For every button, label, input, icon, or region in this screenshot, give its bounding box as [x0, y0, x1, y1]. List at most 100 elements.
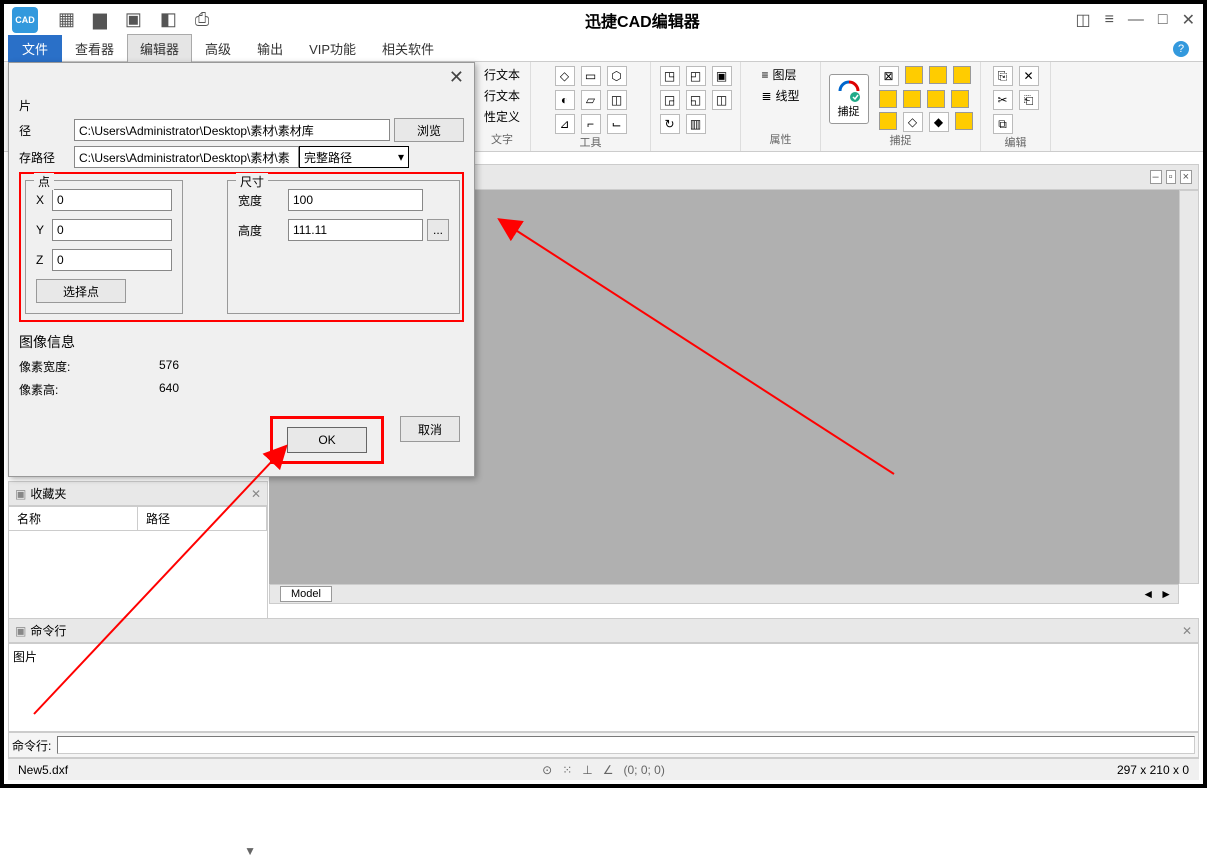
new-icon[interactable]: ▦: [58, 9, 75, 30]
snap-icon[interactable]: ⊠: [879, 66, 899, 86]
tool-icon[interactable]: ▱: [581, 90, 601, 110]
command-input[interactable]: [57, 736, 1195, 754]
command-header: ▣ 命令行 ✕: [8, 618, 1199, 643]
tool-icon[interactable]: ⌙: [607, 114, 627, 134]
text-line1[interactable]: 行文本: [484, 66, 520, 83]
tool-icon[interactable]: ⌐: [581, 114, 601, 134]
tool-icon[interactable]: ◫: [607, 90, 627, 110]
menu-icon[interactable]: ≡: [1105, 11, 1114, 29]
menu-bar: 文件 查看器 编辑器 高级 输出 VIP功能 相关软件 ?: [4, 36, 1203, 62]
close-icon[interactable]: ✕: [449, 67, 464, 88]
text-line3[interactable]: 性定义: [484, 108, 520, 125]
snap-icon[interactable]: [927, 90, 945, 108]
related-menu[interactable]: 相关软件: [369, 34, 447, 63]
maximize-icon[interactable]: □: [1158, 11, 1168, 29]
snap-icon[interactable]: [951, 90, 969, 108]
tool-icon[interactable]: ◫: [712, 90, 732, 110]
status-bar: New5.dxf ⊙ ⁙ ⊥ ∠ (0; 0; 0) 297 x 210 x 0: [8, 758, 1199, 780]
path-input[interactable]: [74, 119, 390, 141]
tool-icon[interactable]: ◱: [686, 90, 706, 110]
scroll-left-icon[interactable]: ◄: [1142, 587, 1154, 601]
chevron-down-icon[interactable]: ▼: [244, 844, 256, 858]
layer-icon[interactable]: ≡: [761, 68, 768, 82]
y-input[interactable]: [52, 219, 172, 241]
vip-menu[interactable]: VIP功能: [296, 34, 369, 63]
vertical-scrollbar[interactable]: [1179, 190, 1199, 584]
height-input[interactable]: [288, 219, 423, 241]
tool-icon[interactable]: ↻: [660, 114, 680, 134]
tool-icon[interactable]: ◇: [555, 66, 575, 86]
close-window-icon[interactable]: ✕: [1182, 10, 1195, 30]
snap-icon[interactable]: [929, 66, 947, 84]
ok-button[interactable]: OK: [287, 427, 367, 453]
tool-icon[interactable]: ◲: [660, 90, 680, 110]
attr-group: ≡图层 ≣线型 属性: [741, 62, 821, 151]
model-tab[interactable]: Model: [280, 586, 332, 602]
current-file: New5.dxf: [18, 763, 68, 777]
size-group: 尺寸 宽度 高度...: [227, 180, 460, 314]
tool-icon[interactable]: ▥: [686, 114, 706, 134]
close-icon[interactable]: ✕: [1182, 624, 1192, 638]
browse-button[interactable]: 浏览: [394, 118, 464, 142]
width-input[interactable]: [288, 189, 423, 211]
advanced-menu[interactable]: 高级: [192, 34, 244, 63]
save-icon[interactable]: ▣: [125, 9, 142, 30]
close-doc-icon[interactable]: ×: [1180, 170, 1192, 184]
output-menu[interactable]: 输出: [244, 34, 296, 63]
command-input-row: 命令行:: [8, 732, 1199, 758]
clone-icon[interactable]: ⧉: [993, 114, 1013, 134]
help-icon[interactable]: ?: [1173, 41, 1189, 57]
tool-icon[interactable]: ◰: [686, 66, 706, 86]
pick-point-button[interactable]: 选择点: [36, 279, 126, 303]
z-input[interactable]: [52, 249, 172, 271]
path-type-dropdown[interactable]: 完整路径▾: [299, 146, 409, 168]
tool-icon[interactable]: ▭: [581, 66, 601, 86]
ok-highlight: OK: [270, 416, 384, 464]
linetype-icon[interactable]: ≣: [761, 89, 771, 103]
snap-icon[interactable]: [953, 66, 971, 84]
scroll-right-icon[interactable]: ►: [1160, 587, 1172, 601]
insert-image-dialog: ✕ 片 径 浏览 存路径 完整路径▾ 点 X Y Z 选择点: [8, 62, 475, 477]
minimize-doc-icon[interactable]: –: [1150, 170, 1162, 184]
snap-icon[interactable]: [955, 112, 973, 130]
snap-icon[interactable]: [879, 90, 897, 108]
snap-icon[interactable]: [905, 66, 923, 84]
tool-icon[interactable]: ◐: [555, 90, 575, 110]
minimize-icon[interactable]: —: [1128, 11, 1144, 29]
status-icon[interactable]: ∠: [603, 763, 614, 777]
cut-icon[interactable]: ✂: [993, 90, 1013, 110]
cancel-button[interactable]: 取消: [400, 416, 460, 442]
tool-icon[interactable]: ◳: [660, 66, 680, 86]
more-button[interactable]: ...: [427, 219, 449, 241]
status-icon[interactable]: ⊥: [582, 763, 592, 777]
file-menu[interactable]: 文件: [8, 35, 62, 62]
text-line2[interactable]: 行文本: [484, 87, 520, 104]
status-icon[interactable]: ⁙: [562, 763, 572, 777]
tool-icon[interactable]: ⊿: [555, 114, 575, 134]
restore-doc-icon[interactable]: ▫: [1166, 170, 1176, 184]
open-icon[interactable]: ▆: [93, 9, 107, 30]
snap-icon[interactable]: ◆: [929, 112, 949, 132]
capture-button[interactable]: 捕捉: [829, 74, 869, 124]
point-group: 点 X Y Z 选择点: [25, 180, 183, 314]
tool-group-2: ◳ ◰ ▣ ◲ ◱ ◫ ↻ ▥: [651, 62, 741, 151]
tray-icon[interactable]: ◫: [1075, 10, 1090, 30]
copy-icon[interactable]: ⎘: [993, 66, 1013, 86]
tool-icon[interactable]: ▣: [712, 66, 732, 86]
save-path-input[interactable]: [74, 146, 299, 168]
tool-icon[interactable]: ⬡: [607, 66, 627, 86]
paste-icon[interactable]: ⎗: [1019, 90, 1039, 110]
export-icon[interactable]: ◧: [160, 9, 177, 30]
viewer-menu[interactable]: 查看器: [62, 34, 127, 63]
snap-icon[interactable]: [879, 112, 897, 130]
print-icon[interactable]: ⎙: [195, 9, 209, 30]
snap-icon[interactable]: [903, 90, 921, 108]
status-icon[interactable]: ⊙: [542, 763, 552, 777]
delete-icon[interactable]: ✕: [1019, 66, 1039, 86]
favorites-columns: 名称 路径: [8, 506, 268, 531]
horizontal-scrollbar[interactable]: Model ◄ ►: [269, 584, 1179, 604]
close-icon[interactable]: ✕: [251, 487, 261, 501]
snap-icon[interactable]: ◇: [903, 112, 923, 132]
x-input[interactable]: [52, 189, 172, 211]
editor-menu[interactable]: 编辑器: [127, 34, 192, 63]
